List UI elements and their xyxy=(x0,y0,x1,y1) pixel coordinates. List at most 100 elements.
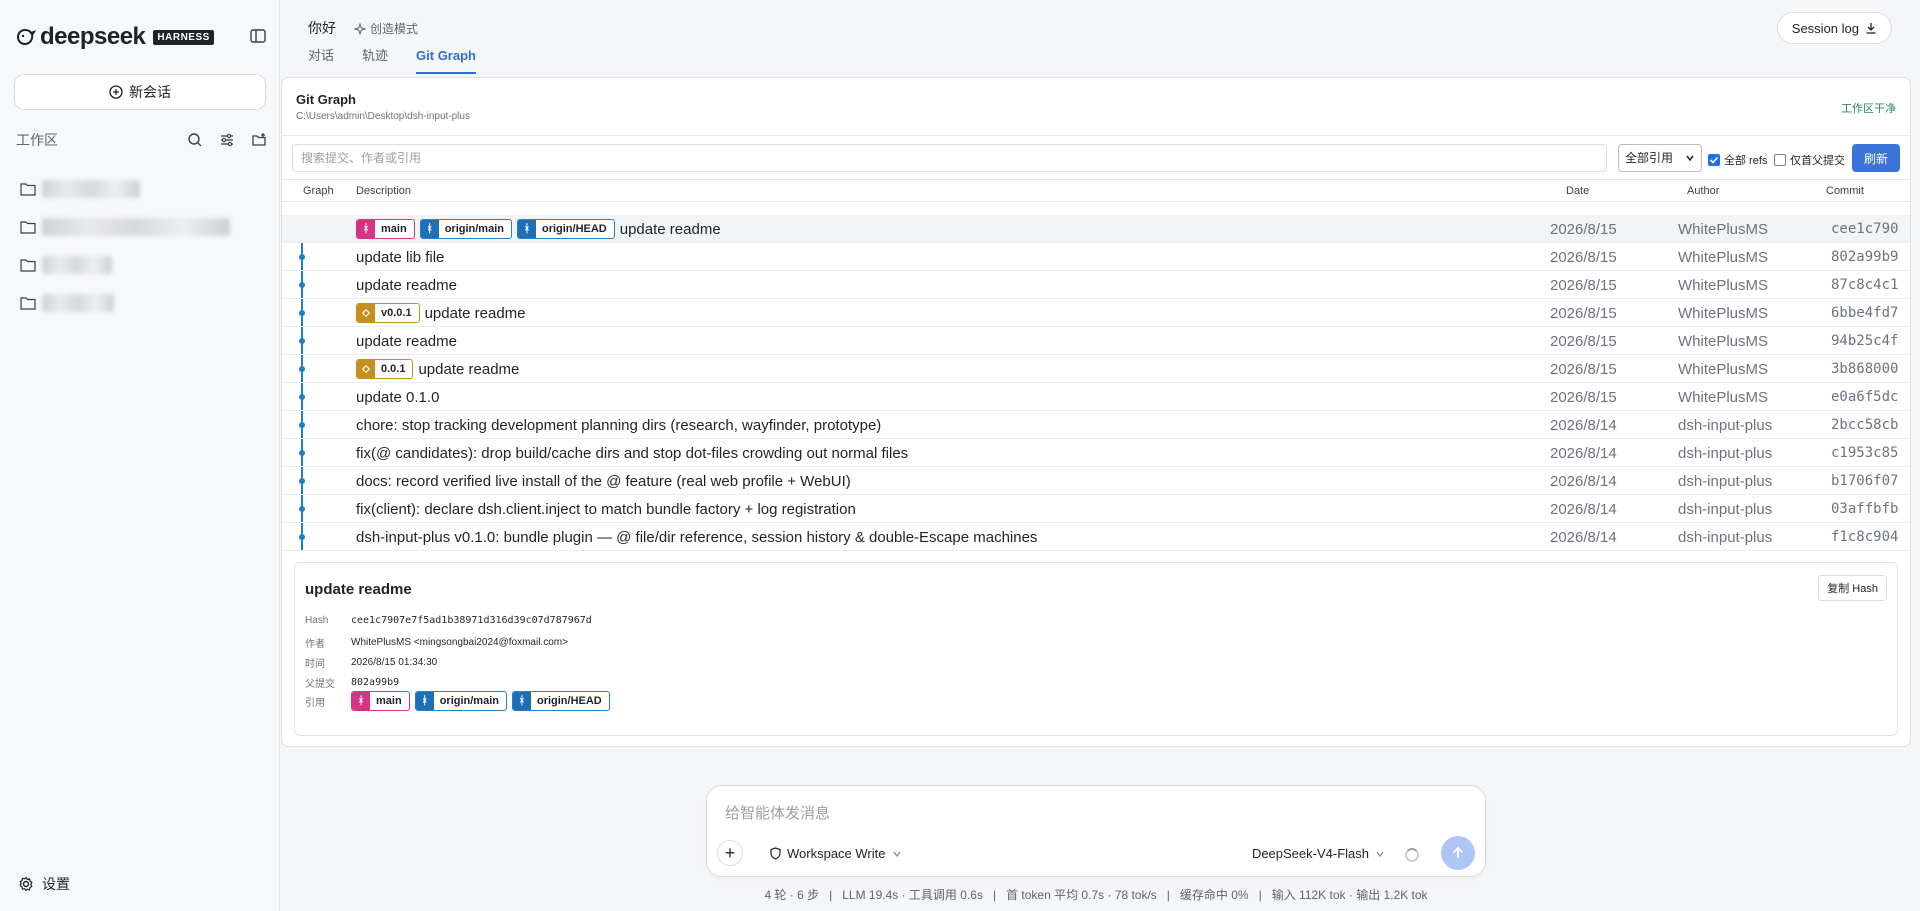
commit-date: 2026/8/14 xyxy=(1550,501,1617,518)
commit-row[interactable]: update readme 2026/8/15 WhitePlusMS 87c8c4c… xyxy=(282,271,1910,299)
folder-icon xyxy=(20,221,36,234)
workspace-name-redacted xyxy=(42,218,230,236)
tag-icon: ⬦ xyxy=(357,304,375,322)
workspace-item[interactable] xyxy=(20,284,260,322)
ref-badge-local-branch[interactable]: ᚼ main xyxy=(351,691,410,711)
commit-author: WhitePlusMS xyxy=(1678,361,1769,378)
ref-badge-remote-branch[interactable]: ᚼ origin/main xyxy=(414,691,507,711)
workspace-mode-select[interactable]: Workspace Write xyxy=(769,846,907,861)
commit-message: dsh-input-plus v0.1.0: bundle plugin — @… xyxy=(356,528,1038,546)
mode-indicator[interactable]: 创造模式 xyxy=(354,20,418,37)
commit-date: 2026/8/15 xyxy=(1550,305,1617,322)
message-input[interactable]: 给智能体发消息 xyxy=(725,802,830,823)
commit-date: 2026/8/14 xyxy=(1550,445,1617,462)
commit-hash: 03affbfb xyxy=(1831,501,1899,517)
ref-badge-tag[interactable]: ⬦ v0.0.1 xyxy=(356,303,420,323)
download-icon xyxy=(1866,23,1876,34)
detail-time-value: 2026/8/15 01:34:30 xyxy=(351,657,438,668)
commit-row[interactable]: update lib file 2026/8/15 WhitePlusMS 802a9… xyxy=(282,243,1910,271)
tab-git-graph[interactable]: Git Graph xyxy=(416,46,476,74)
detail-hash-row: Hash cee1c7907e7f5ad1b38971d316d39c07d78… xyxy=(305,615,592,626)
tab-trajectory[interactable]: 轨迹 xyxy=(362,46,388,74)
tab-chat[interactable]: 对话 xyxy=(308,46,334,74)
greeting: 你好 xyxy=(308,20,336,36)
detail-parent-key: 父提交 xyxy=(305,679,335,690)
folder-icon xyxy=(20,183,36,196)
workspace-item[interactable] xyxy=(20,246,260,284)
send-button[interactable] xyxy=(1441,836,1475,870)
refresh-button[interactable]: 刷新 xyxy=(1852,144,1900,172)
commit-message: update readme xyxy=(356,332,457,350)
folder-icon xyxy=(20,297,36,310)
workspace-title: 工作区 xyxy=(16,132,58,148)
commit-search-input[interactable]: 搜索提交、作者或引用 xyxy=(292,144,1607,172)
session-log-label: Session log xyxy=(1791,20,1859,36)
commit-row[interactable]: chore: stop tracking development plannin… xyxy=(282,411,1910,439)
search-icon[interactable] xyxy=(186,131,204,149)
commit-detail: update readme 复制 Hash Hash cee1c7907e7f5… xyxy=(294,562,1898,736)
checkbox-unchecked-icon xyxy=(1774,154,1786,166)
settings-button[interactable]: 设置 xyxy=(18,874,70,894)
commit-date: 2026/8/15 xyxy=(1550,249,1617,266)
first-parent-checkbox[interactable]: 仅首父提交 xyxy=(1774,152,1845,168)
workspace-item[interactable] xyxy=(20,170,260,208)
commit-author: dsh-input-plus xyxy=(1678,501,1773,518)
workspace-item[interactable] xyxy=(20,208,260,246)
model-select[interactable]: DeepSeek-V4-Flash xyxy=(1252,846,1385,861)
ref-badge-remote-branch[interactable]: ᚼ origin/HEAD xyxy=(511,691,610,711)
logo: deepseek HARNESS xyxy=(16,22,268,52)
ref-filter-select[interactable]: 全部引用 xyxy=(1618,144,1702,172)
commit-hash: cee1c790 xyxy=(1831,221,1899,237)
commit-row[interactable]: dsh-input-plus v0.1.0: bundle plugin — @… xyxy=(282,523,1910,551)
commit-hash: 87c8c4c1 xyxy=(1831,277,1899,293)
mode-label: 创造模式 xyxy=(370,22,419,36)
commit-message: chore: stop tracking development plannin… xyxy=(356,416,882,434)
detail-refs-row: 引用 ᚼ main ᚼ origin/main ᚼ origin/HEAD xyxy=(305,691,615,711)
commit-row[interactable]: docs: record verified live install of th… xyxy=(282,467,1910,495)
attach-plus-button[interactable]: + xyxy=(717,840,743,866)
commit-row[interactable]: ⬦ v0.0.1 update readme 2026/8/15 WhitePlusMS… xyxy=(282,299,1910,327)
commit-hash: e0a6f5dc xyxy=(1831,389,1899,405)
status-bar: 4 轮 · 6 步 | LLM 19.4s · 工具调用 0.6s | 首 to… xyxy=(764,888,1428,902)
all-refs-checkbox[interactable]: 全部 refs xyxy=(1708,152,1767,168)
copy-hash-button[interactable]: 复制 Hash xyxy=(1818,575,1887,601)
commit-row[interactable]: update 0.1.0 2026/8/15 WhitePlusMS e0a6f5dc xyxy=(282,383,1910,411)
ref-badge-local-branch[interactable]: ᚼ main xyxy=(356,219,415,239)
commit-message: fix(@ candidates): drop build/cache dirs… xyxy=(356,444,909,462)
commit-row[interactable]: fix(client): declare dsh.client.inject t… xyxy=(282,495,1910,523)
detail-parent-value[interactable]: 802a99b9 xyxy=(351,677,399,688)
commit-date: 2026/8/15 xyxy=(1550,333,1617,350)
commit-hash: 802a99b9 xyxy=(1831,249,1899,265)
commit-hash: 94b25c4f xyxy=(1831,333,1899,349)
commit-row[interactable]: ⬦ 0.0.1 update readme 2026/8/15 WhitePlusMS 3… xyxy=(282,355,1910,383)
commit-description: ⬦ v0.0.1 update readme xyxy=(356,299,526,327)
commit-row[interactable]: ᚼ main ᚼ origin/main ᚼ origin/HEAD update read… xyxy=(282,215,1910,243)
workspace-header: 工作区 xyxy=(16,130,268,150)
ref-badge-remote-branch[interactable]: ᚼ origin/main xyxy=(419,219,512,239)
commit-message: update readme xyxy=(619,220,721,238)
commit-author: WhitePlusMS xyxy=(1678,305,1769,322)
commit-hash: 6bbe4fd7 xyxy=(1831,305,1899,321)
ref-badge-tag[interactable]: ⬦ 0.0.1 xyxy=(356,359,414,379)
commit-row[interactable]: fix(@ candidates): drop build/cache dirs… xyxy=(282,439,1910,467)
new-chat-button[interactable]: 新会话 xyxy=(14,74,266,110)
topbar: 你好 创造模式 对话 轨迹 Git Graph Session log xyxy=(280,0,1920,74)
commit-hash: 2bcc58cb xyxy=(1831,417,1899,433)
commit-message: docs: record verified live install of th… xyxy=(356,472,851,490)
detail-refs-value: ᚼ main ᚼ origin/main ᚼ origin/HEAD xyxy=(351,691,615,711)
session-log-button[interactable]: Session log xyxy=(1776,12,1892,44)
ref-badge-remote-branch[interactable]: ᚼ origin/HEAD xyxy=(516,219,615,239)
commit-row[interactable]: update readme 2026/8/15 WhitePlusMS 94b25c4… xyxy=(282,327,1910,355)
commit-message: fix(client): declare dsh.client.inject t… xyxy=(356,500,856,518)
branch-icon: ᚼ xyxy=(357,220,375,238)
new-folder-icon[interactable] xyxy=(250,131,268,149)
sidebar: deepseek HARNESS 新会话 工作区 设置 xyxy=(0,0,280,911)
commit-author: WhitePlusMS xyxy=(1678,389,1769,406)
filter-sliders-icon[interactable] xyxy=(218,131,236,149)
new-chat-label: 新会话 xyxy=(129,84,171,100)
commit-author: WhitePlusMS xyxy=(1678,277,1769,294)
sidebar-toggle-icon[interactable] xyxy=(248,26,268,46)
git-graph-title: Git Graph xyxy=(296,92,356,107)
chevron-down-icon xyxy=(892,851,901,857)
repo-path: C:\Users\admin\Desktop\dsh-input-plus xyxy=(296,111,470,122)
